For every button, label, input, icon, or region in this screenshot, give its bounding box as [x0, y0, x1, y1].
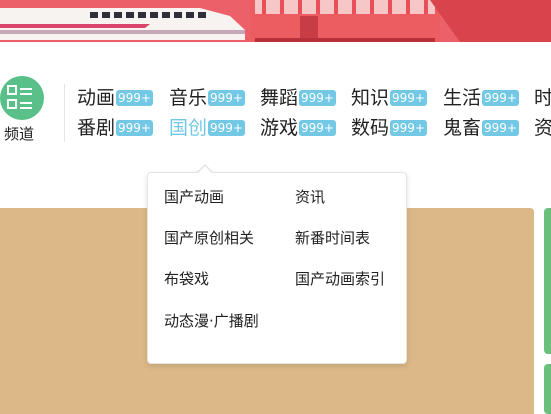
guochuang-dropdown-menu: 国产动画 资讯 国产原创相关 新番时间表 布袋戏 国产动画索引 动态漫·广播剧	[147, 172, 407, 364]
header-banner	[0, 0, 551, 42]
menu-item-dongtaiman[interactable]: 动态漫·广播剧	[164, 310, 259, 331]
count-badge: 999+	[299, 120, 336, 136]
menu-item-donghua-index[interactable]: 国产动画索引	[295, 268, 385, 289]
nav-item-knowledge[interactable]: 知识 999+	[351, 86, 427, 110]
nav-item-info[interactable]: 资	[534, 116, 551, 140]
count-badge: 999+	[116, 120, 153, 136]
menu-item-yuanchuang[interactable]: 国产原创相关	[164, 227, 254, 248]
count-badge: 999+	[482, 120, 519, 136]
count-badge: 999+	[116, 90, 153, 106]
nav-label-active: 国创	[169, 117, 208, 139]
nav-label: 知识	[351, 87, 390, 109]
nav-item-donghua[interactable]: 动画 999+	[77, 86, 153, 110]
side-card[interactable]	[544, 364, 551, 414]
nav-item-digital[interactable]: 数码 999+	[351, 116, 427, 140]
menu-item-xinfan-schedule[interactable]: 新番时间表	[295, 227, 370, 248]
nav-label: 游戏	[260, 117, 299, 139]
count-badge: 999+	[390, 90, 427, 106]
channel-label[interactable]: 频道	[4, 123, 34, 144]
nav-label: 动画	[77, 87, 116, 109]
nav-item-bangumi[interactable]: 番剧 999+	[77, 116, 153, 140]
menu-item-guochan-donghua[interactable]: 国产动画	[164, 186, 224, 207]
grid-list-icon	[7, 85, 32, 109]
nav-item-dance[interactable]: 舞蹈 999+	[260, 86, 336, 110]
side-card[interactable]	[544, 208, 551, 354]
banner-illustration	[0, 0, 551, 42]
nav-label: 鬼畜	[443, 117, 482, 139]
nav-label: 数码	[351, 117, 390, 139]
nav-item-kichiku[interactable]: 鬼畜 999+	[443, 116, 519, 140]
nav-label: 时	[534, 87, 551, 109]
nav-label: 资	[534, 117, 551, 139]
count-badge: 999+	[390, 120, 427, 136]
count-badge: 999+	[299, 90, 336, 106]
channel-button[interactable]	[0, 76, 44, 120]
nav-label: 舞蹈	[260, 87, 299, 109]
nav-label: 番剧	[77, 117, 116, 139]
nav-label: 音乐	[169, 87, 208, 109]
dropdown-arrow-inner	[198, 166, 212, 173]
nav-label: 生活	[443, 87, 482, 109]
count-badge: 999+	[208, 120, 245, 136]
nav-item-life[interactable]: 生活 999+	[443, 86, 519, 110]
nav-item-fashion[interactable]: 时	[534, 86, 551, 110]
menu-item-budaixi[interactable]: 布袋戏	[164, 268, 209, 289]
nav-item-game[interactable]: 游戏 999+	[260, 116, 336, 140]
count-badge: 999+	[208, 90, 245, 106]
nav-item-guochuang[interactable]: 国创 999+	[169, 116, 245, 140]
count-badge: 999+	[482, 90, 519, 106]
nav-divider	[64, 84, 65, 142]
nav-item-music[interactable]: 音乐 999+	[169, 86, 245, 110]
menu-item-zixun[interactable]: 资讯	[295, 186, 325, 207]
